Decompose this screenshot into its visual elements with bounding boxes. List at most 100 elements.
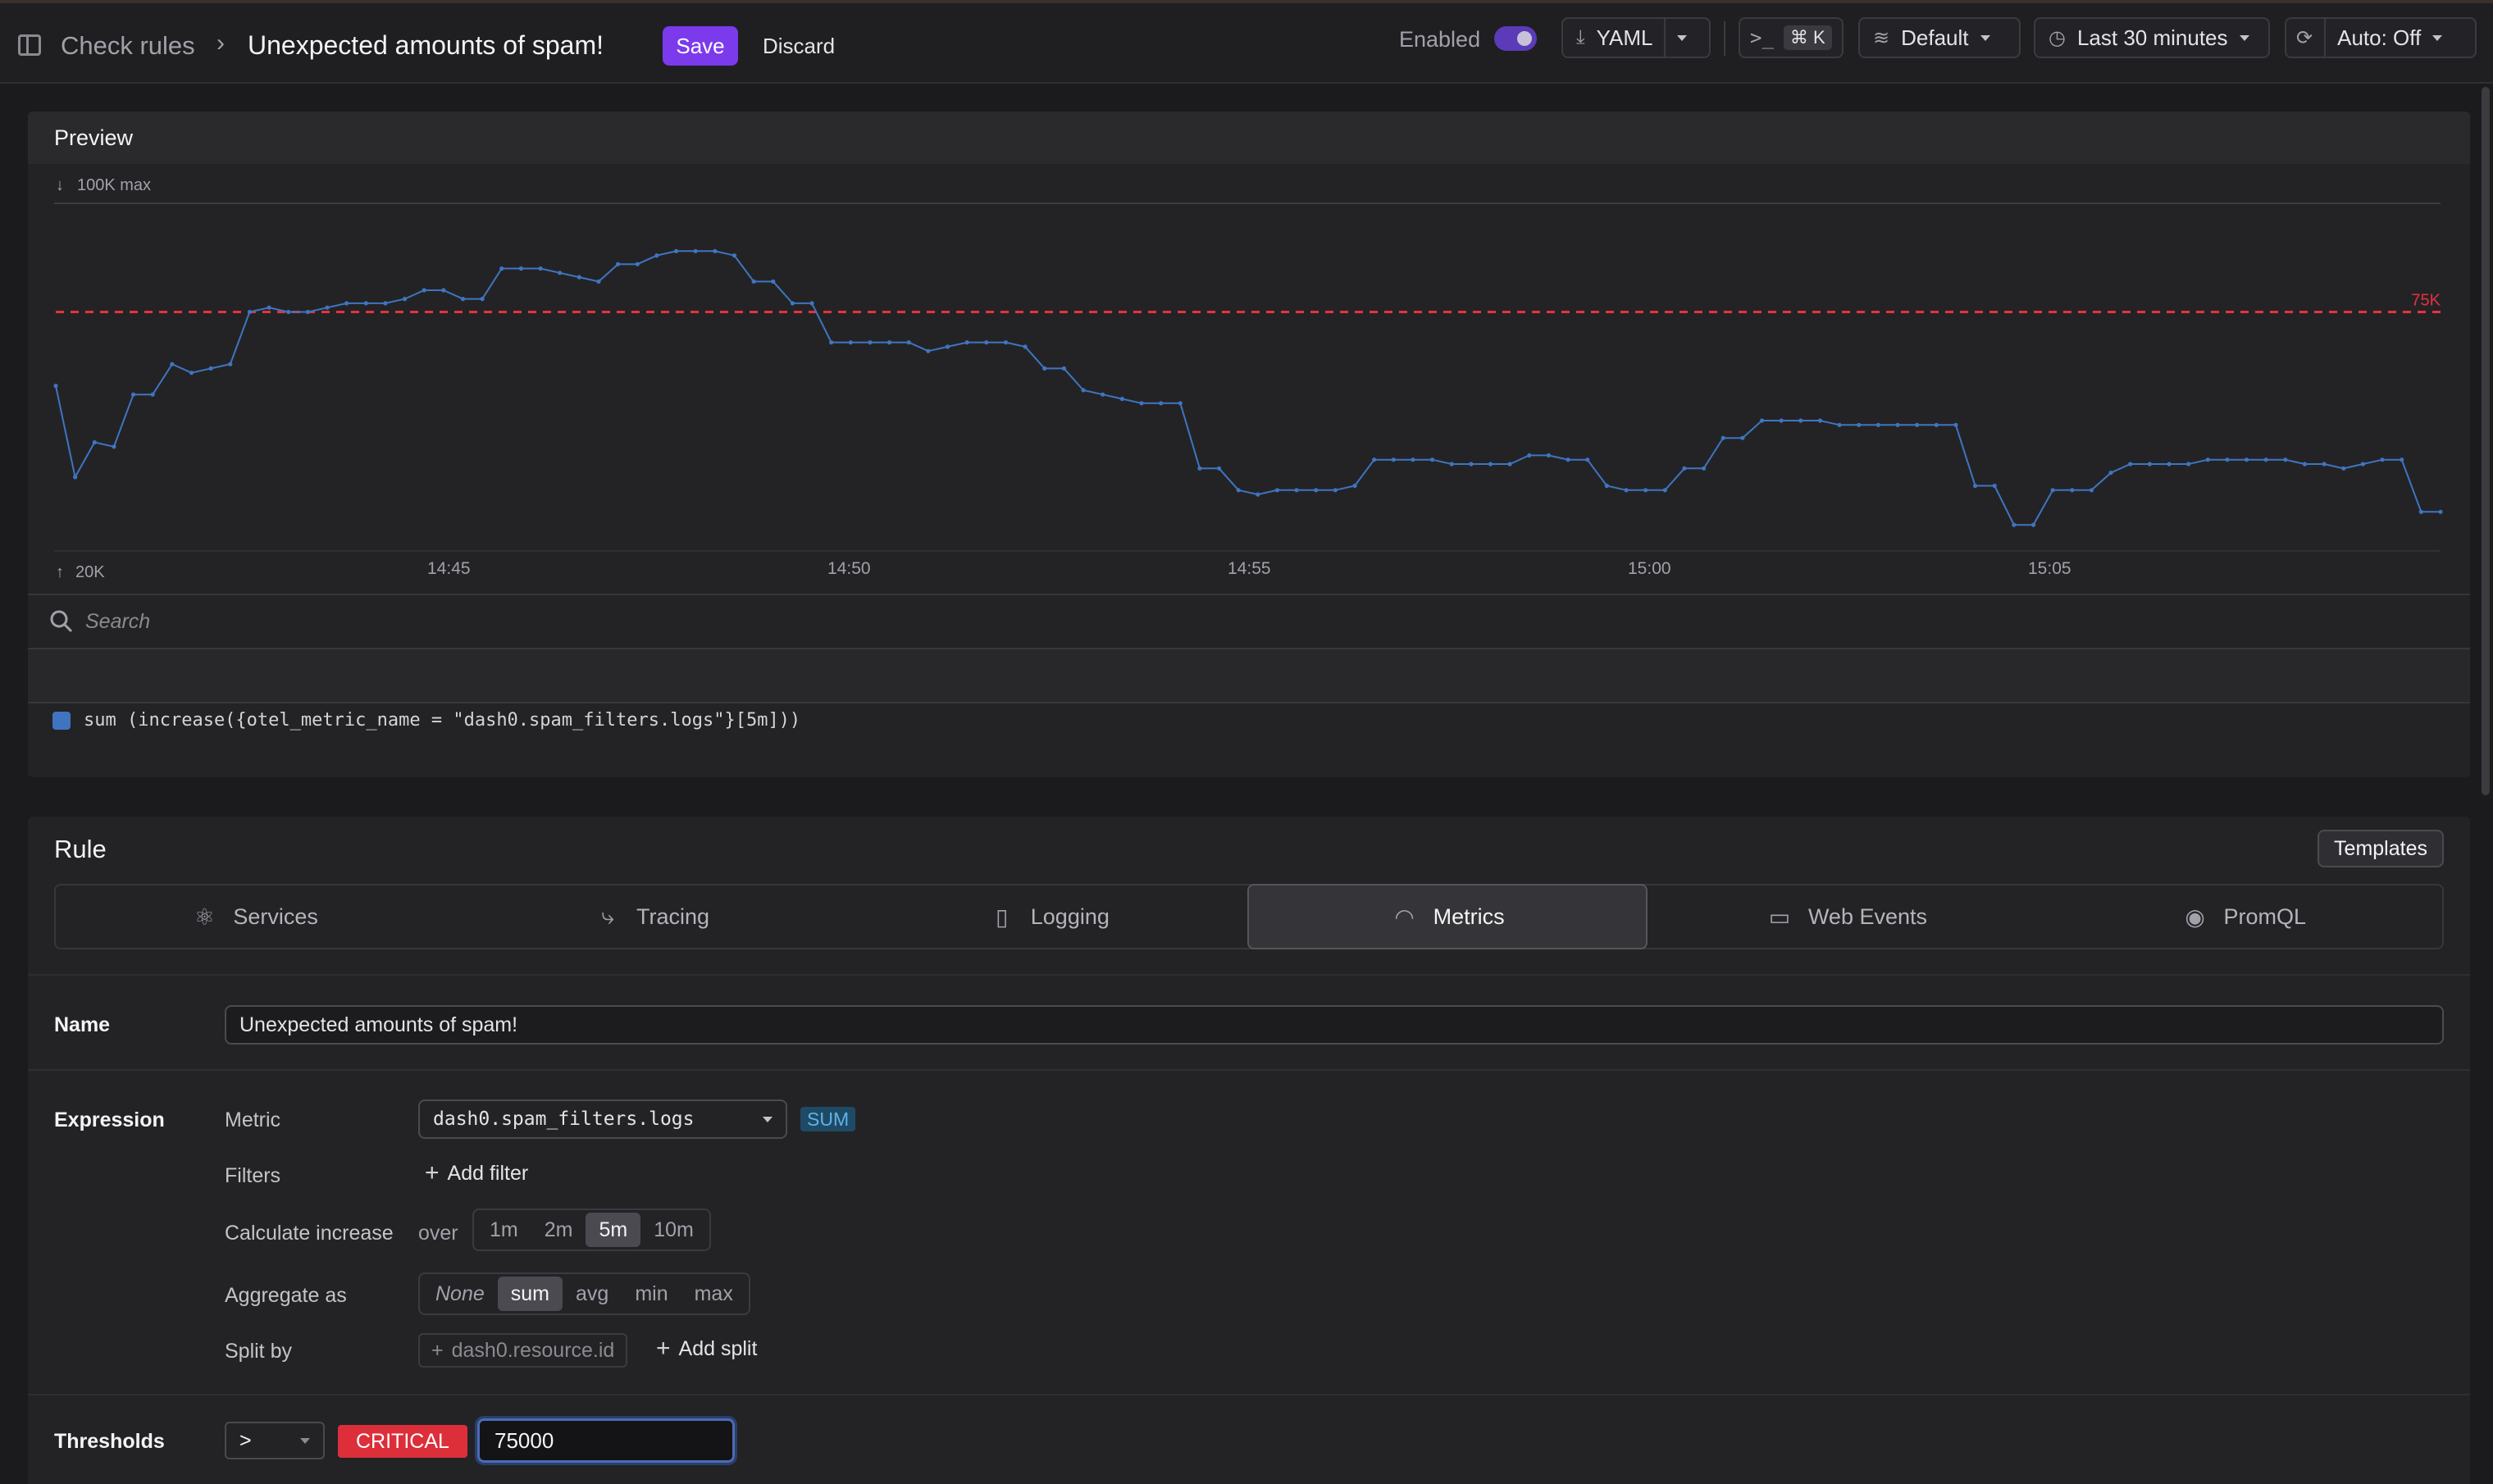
discard-button[interactable]: Discard — [763, 26, 835, 66]
data-point[interactable] — [267, 305, 271, 310]
data-point[interactable] — [92, 439, 97, 445]
data-point[interactable] — [1624, 488, 1629, 493]
data-point[interactable] — [2438, 509, 2443, 514]
data-point[interactable] — [499, 266, 504, 271]
metric-select[interactable]: dash0.spam_filters.logs — [418, 1099, 787, 1139]
data-point[interactable] — [460, 297, 466, 302]
data-point[interactable] — [1042, 366, 1047, 371]
split-suggestion-chip[interactable]: + dash0.resource.id — [418, 1333, 628, 1368]
data-point[interactable] — [344, 301, 349, 306]
data-point[interactable] — [1798, 418, 1803, 423]
data-point[interactable] — [2205, 457, 2210, 462]
data-point[interactable] — [1837, 422, 1842, 427]
data-point[interactable] — [1449, 462, 1454, 467]
threshold-input[interactable] — [475, 1416, 737, 1465]
data-point[interactable] — [654, 253, 659, 258]
data-point[interactable] — [1895, 422, 1900, 427]
data-point[interactable] — [2186, 462, 2191, 467]
data-point[interactable] — [130, 392, 136, 397]
data-point[interactable] — [480, 297, 485, 302]
aggregation-option-avg[interactable]: avg — [563, 1277, 622, 1311]
data-point[interactable] — [1527, 453, 1532, 457]
legend-item[interactable]: sum (increase({otel_metric_name = "dash0… — [52, 710, 800, 731]
data-point[interactable] — [2283, 457, 2288, 462]
data-point[interactable] — [1720, 435, 1725, 440]
data-point[interactable] — [112, 444, 116, 449]
tab-web-events[interactable]: ▭ Web Events — [1648, 885, 2044, 948]
data-point[interactable] — [887, 340, 892, 345]
add-split-button[interactable]: + Add split — [656, 1335, 757, 1363]
legend-swatch[interactable] — [52, 711, 71, 730]
data-point[interactable] — [964, 340, 969, 345]
data-point[interactable] — [1061, 366, 1066, 371]
data-point[interactable] — [518, 266, 524, 271]
command-palette-button[interactable]: >_ ⌘ K — [1739, 17, 1844, 58]
sidebar-toggle-icon[interactable] — [18, 34, 41, 56]
aggregation-option-sum[interactable]: sum — [497, 1277, 563, 1311]
data-point[interactable] — [1701, 466, 1707, 471]
data-point[interactable] — [1643, 488, 1648, 493]
data-point[interactable] — [150, 392, 155, 397]
data-point[interactable] — [1779, 418, 1784, 423]
data-point[interactable] — [170, 362, 175, 366]
data-point[interactable] — [2322, 462, 2327, 467]
operator-select[interactable]: > — [225, 1422, 325, 1459]
enabled-toggle[interactable] — [1494, 26, 1537, 51]
data-point[interactable] — [1953, 422, 1958, 427]
data-point[interactable] — [247, 309, 253, 315]
data-point[interactable] — [2360, 462, 2366, 467]
aggregation-option-max[interactable]: max — [681, 1277, 746, 1311]
data-point[interactable] — [1314, 488, 1319, 493]
data-point[interactable] — [1915, 422, 1920, 427]
tab-logging[interactable]: ▯ Logging — [850, 885, 1247, 948]
data-point[interactable] — [1662, 488, 1667, 493]
data-point[interactable] — [2012, 522, 2017, 527]
data-point[interactable] — [2108, 471, 2113, 476]
data-point[interactable] — [53, 384, 58, 389]
data-point[interactable] — [1507, 462, 1512, 467]
series-search-input[interactable] — [85, 609, 577, 634]
aggregation-option-min[interactable]: min — [622, 1277, 681, 1311]
data-point[interactable] — [596, 279, 601, 284]
data-point[interactable] — [1585, 457, 1590, 462]
data-point[interactable] — [790, 301, 795, 306]
data-point[interactable] — [577, 275, 581, 280]
data-point[interactable] — [2089, 488, 2094, 493]
data-point[interactable] — [984, 340, 989, 345]
auto-refresh-select[interactable]: Auto: Off — [2337, 25, 2421, 51]
data-point[interactable] — [673, 248, 679, 253]
data-point[interactable] — [2030, 522, 2036, 527]
data-point[interactable] — [1391, 457, 1396, 462]
templates-button[interactable]: Templates — [2318, 830, 2444, 867]
data-point[interactable] — [2225, 457, 2230, 462]
data-point[interactable] — [1759, 418, 1765, 423]
data-point[interactable] — [189, 371, 194, 376]
rule-name-input[interactable] — [225, 1005, 2444, 1045]
data-point[interactable] — [945, 344, 950, 349]
data-point[interactable] — [2147, 462, 2152, 467]
data-point[interactable] — [286, 309, 291, 315]
data-point[interactable] — [2400, 457, 2404, 462]
data-point[interactable] — [305, 309, 310, 315]
data-point[interactable] — [2244, 457, 2249, 462]
data-point[interactable] — [363, 301, 368, 306]
interval-option-2m[interactable]: 2m — [531, 1213, 586, 1247]
data-point[interactable] — [1352, 483, 1357, 489]
interval-option-10m[interactable]: 10m — [640, 1213, 707, 1247]
data-point[interactable] — [2050, 488, 2055, 493]
data-point[interactable] — [1081, 388, 1086, 393]
data-point[interactable] — [1294, 488, 1299, 493]
interval-option-1m[interactable]: 1m — [476, 1213, 531, 1247]
data-point[interactable] — [1003, 340, 1009, 345]
data-point[interactable] — [809, 301, 814, 306]
aggregation-option-none[interactable]: None — [422, 1277, 498, 1311]
data-point[interactable] — [1372, 457, 1377, 462]
data-point[interactable] — [1119, 396, 1124, 402]
data-point[interactable] — [2070, 488, 2075, 493]
page-scrollbar[interactable] — [2482, 87, 2490, 795]
yaml-dropdown-caret-icon[interactable] — [1677, 34, 1688, 41]
data-point[interactable] — [228, 362, 233, 366]
data-point[interactable] — [402, 297, 408, 302]
data-point[interactable] — [1236, 488, 1241, 493]
data-point[interactable] — [1934, 422, 1939, 427]
